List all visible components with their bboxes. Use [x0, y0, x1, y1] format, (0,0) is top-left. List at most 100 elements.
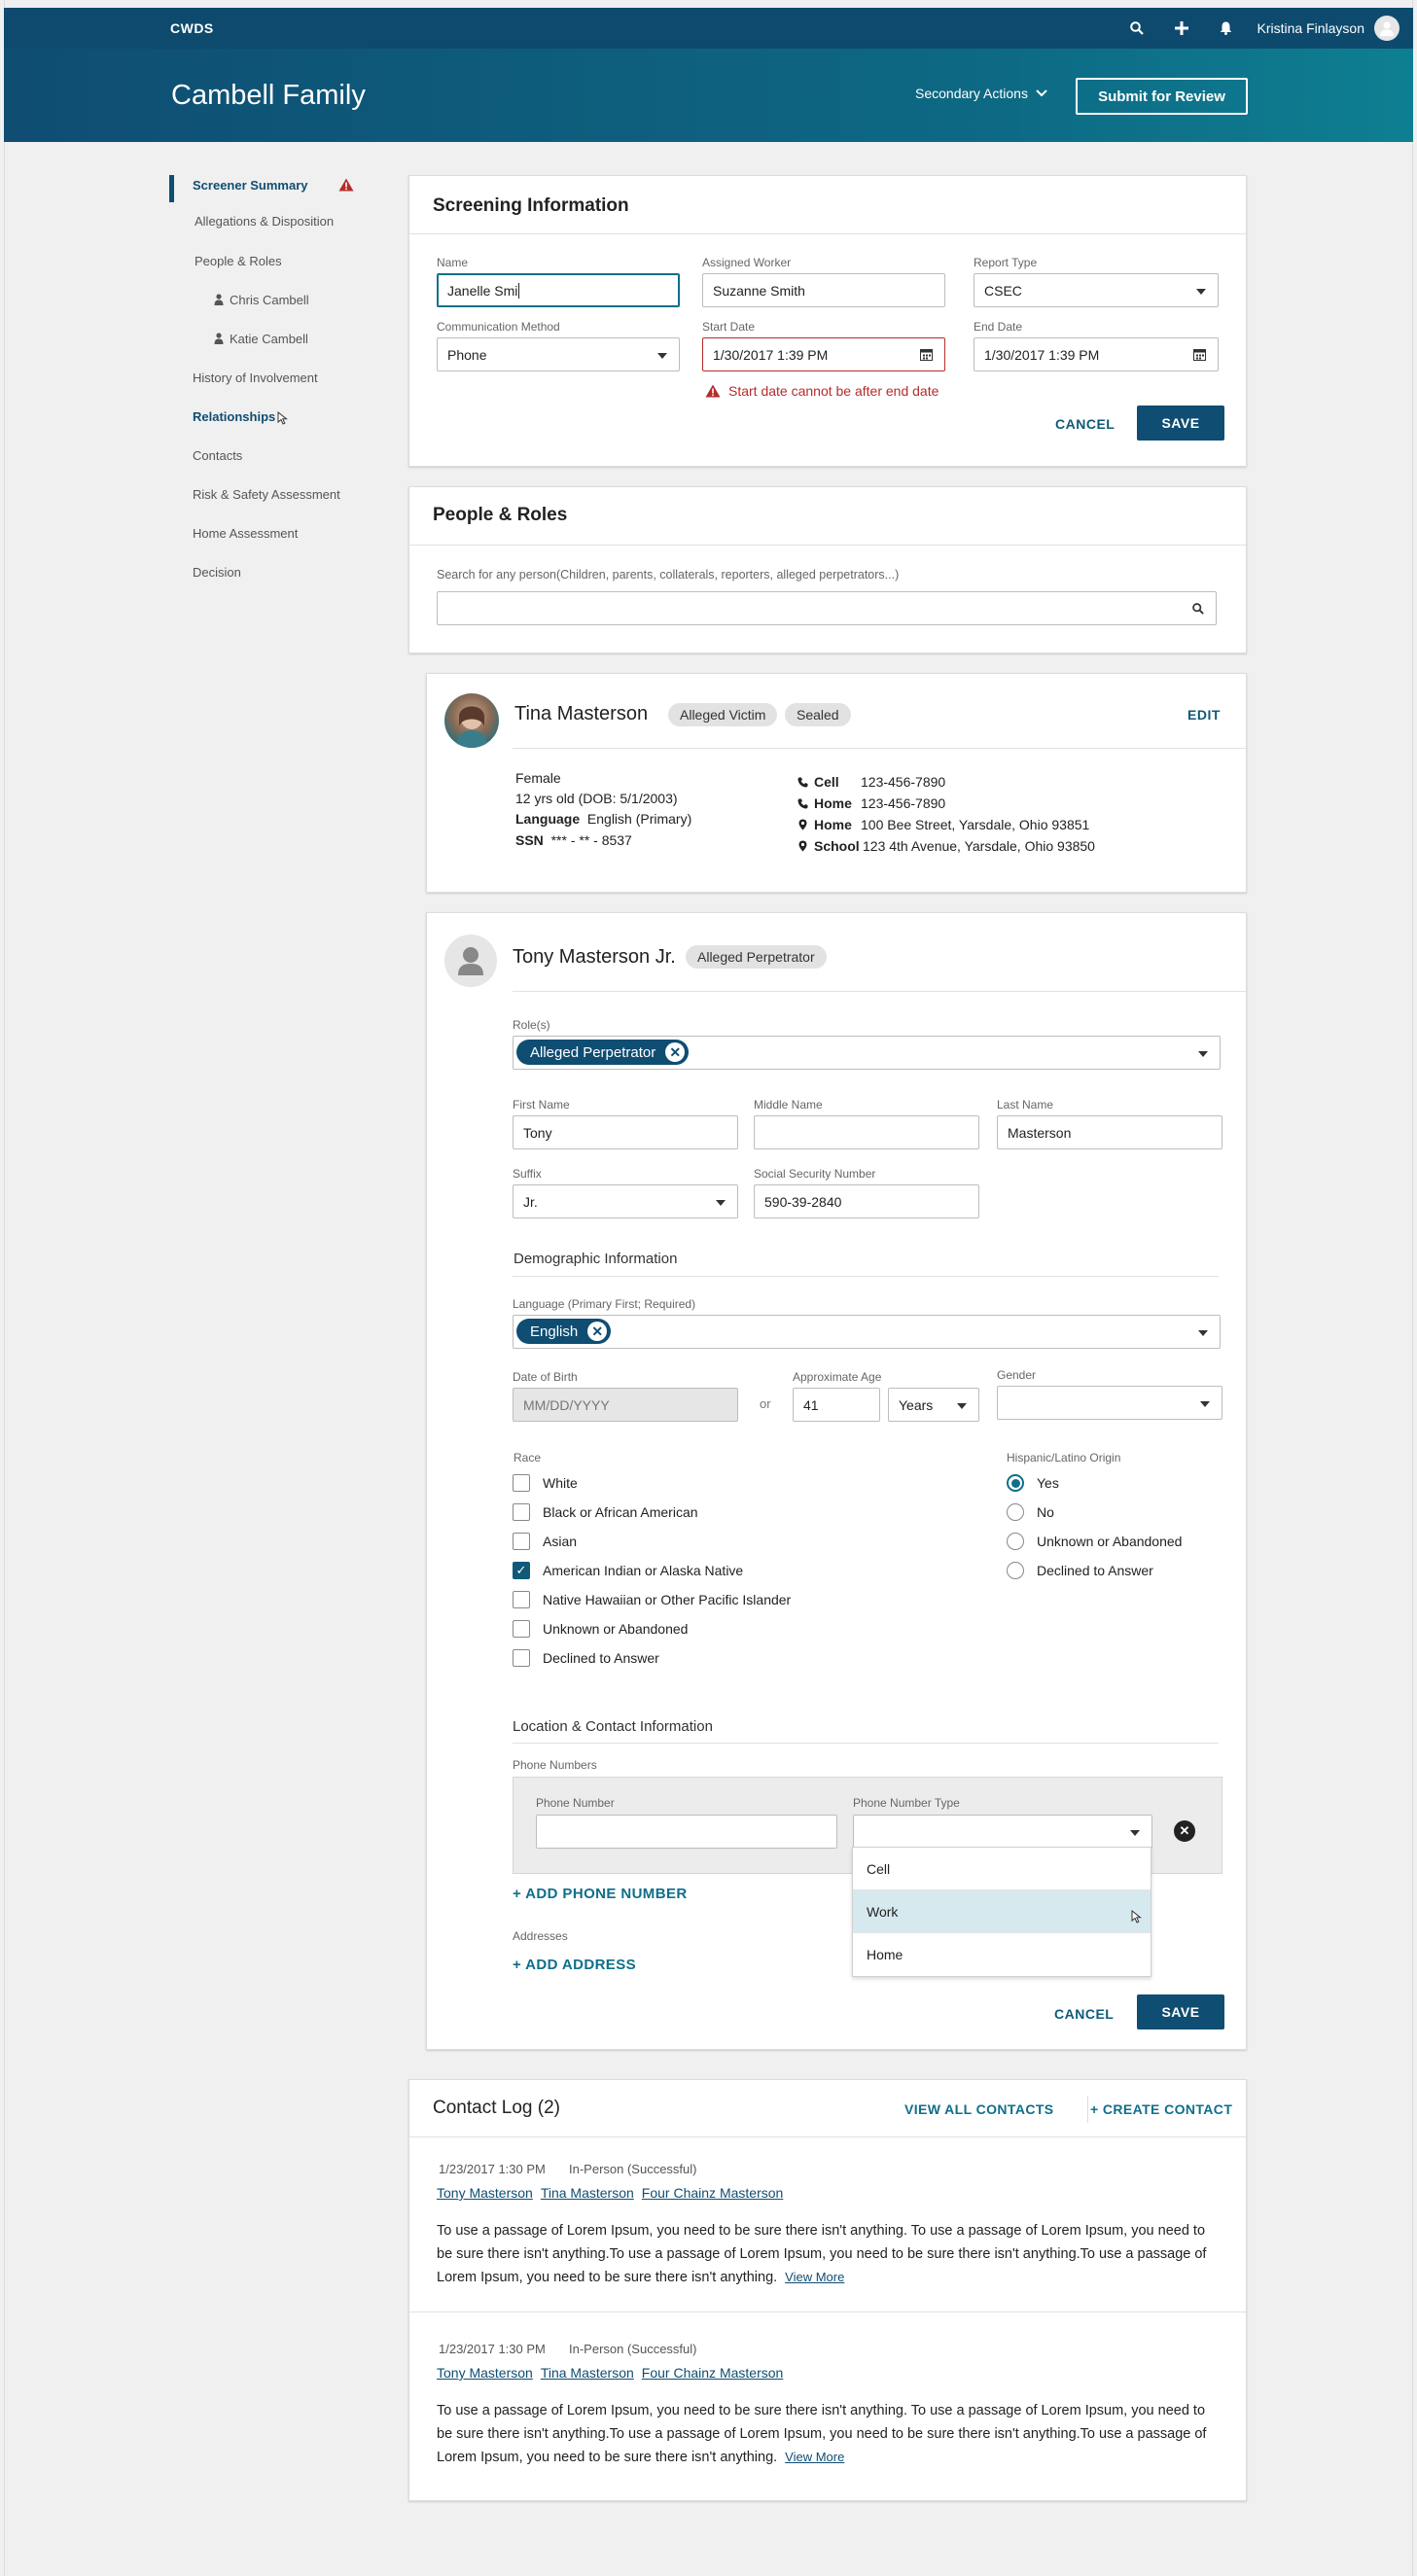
remove-chip-icon[interactable]: ✕ — [665, 1042, 686, 1062]
checkbox-label: Native Hawaiian or Other Pacific Islande… — [543, 1592, 792, 1607]
sidebar-item-people-roles[interactable]: People & Roles — [171, 241, 375, 280]
person-link[interactable]: Tony Masterson — [437, 2185, 533, 2201]
race-option[interactable]: Unknown or Abandoned — [513, 1620, 688, 1638]
user-avatar[interactable] — [1374, 16, 1399, 41]
hispanic-option[interactable]: Unknown or Abandoned — [1007, 1533, 1182, 1550]
assigned-worker-label: Assigned Worker — [702, 256, 792, 269]
checkbox-label: Asian — [543, 1534, 578, 1549]
screening-information-card: Screening Information Name Janelle Smi A… — [408, 175, 1247, 467]
search-icon[interactable] — [1123, 15, 1151, 42]
radio[interactable] — [1007, 1503, 1024, 1521]
remove-chip-icon[interactable]: ✕ — [587, 1322, 608, 1341]
checkbox[interactable] — [513, 1533, 530, 1550]
sidebar-item-home-assessment[interactable]: Home Assessment — [171, 513, 375, 552]
race-option[interactable]: Black or African American — [513, 1503, 698, 1521]
calendar-icon[interactable] — [1193, 348, 1206, 361]
submit-for-review-button[interactable]: Submit for Review — [1076, 78, 1248, 115]
remove-phone-icon[interactable]: ✕ — [1174, 1820, 1195, 1842]
checkbox[interactable] — [513, 1591, 530, 1608]
option-label: Work — [867, 1903, 899, 1920]
person-link[interactable]: Tina Masterson — [541, 2185, 634, 2201]
search-icon[interactable] — [1192, 603, 1204, 615]
secondary-actions-menu[interactable]: Secondary Actions — [915, 86, 1047, 101]
sidebar-item-contacts[interactable]: Contacts — [171, 436, 375, 475]
view-more-link[interactable]: View More — [785, 2450, 844, 2464]
checkbox[interactable] — [513, 1474, 530, 1492]
checkbox-checked[interactable]: ✓ — [513, 1562, 530, 1579]
person-link[interactable]: Four Chainz Masterson — [642, 2365, 784, 2381]
sidebar-item-screener-summary[interactable]: Screener Summary — [169, 169, 375, 202]
first-name-input[interactable]: Tony — [513, 1115, 738, 1149]
save-button[interactable]: SAVE — [1137, 406, 1224, 441]
approx-age-input[interactable]: 41 — [793, 1388, 880, 1422]
communication-method-value: Phone — [447, 346, 487, 363]
dob-input[interactable]: MM/DD/YYYY — [513, 1388, 738, 1422]
add-address-button[interactable]: + ADD ADDRESS — [513, 1957, 636, 1973]
sidebar-item-allegations[interactable]: Allegations & Disposition — [171, 200, 375, 241]
radio[interactable] — [1007, 1562, 1024, 1579]
calendar-icon[interactable] — [920, 348, 933, 361]
radio[interactable] — [1007, 1533, 1024, 1550]
communication-method-select[interactable]: Phone — [437, 337, 680, 371]
sidebar-item-history[interactable]: History of Involvement — [171, 358, 375, 397]
name-input[interactable]: Janelle Smi — [437, 273, 680, 307]
phone-type-option[interactable]: Work — [853, 1890, 1151, 1933]
add-phone-button[interactable]: + ADD PHONE NUMBER — [513, 1886, 688, 1902]
phone-icon — [795, 777, 810, 788]
assigned-worker-value: Suzanne Smith — [713, 282, 805, 299]
secondary-actions-label: Secondary Actions — [915, 86, 1028, 101]
race-option[interactable]: Native Hawaiian or Other Pacific Islande… — [513, 1591, 791, 1608]
roles-label: Role(s) — [513, 1018, 550, 1032]
end-date-input[interactable]: 1/30/2017 1:39 PM — [974, 337, 1219, 371]
gender-select[interactable] — [997, 1386, 1222, 1420]
phone-type-option[interactable]: Home — [853, 1933, 1151, 1976]
suffix-select[interactable]: Jr. — [513, 1184, 738, 1218]
phone-number-input[interactable] — [536, 1815, 837, 1849]
bell-icon[interactable] — [1213, 15, 1240, 42]
sidebar-item-katie-cambell[interactable]: Katie Cambell — [171, 319, 375, 358]
middle-name-input[interactable] — [754, 1115, 979, 1149]
hispanic-option[interactable]: Yes — [1007, 1474, 1059, 1492]
save-button[interactable]: SAVE — [1137, 1994, 1224, 2029]
person-link[interactable]: Tony Masterson — [437, 2365, 533, 2381]
checkbox[interactable] — [513, 1649, 530, 1667]
language-multiselect[interactable] — [513, 1315, 1221, 1349]
report-type-select[interactable]: CSEC — [974, 273, 1219, 307]
race-option[interactable]: Asian — [513, 1533, 577, 1550]
assigned-worker-input[interactable]: Suzanne Smith — [702, 273, 945, 307]
person-link[interactable]: Tina Masterson — [541, 2365, 634, 2381]
start-date-input[interactable]: 1/30/2017 1:39 PM — [702, 337, 945, 371]
hispanic-option[interactable]: Declined to Answer — [1007, 1562, 1153, 1579]
ssn-input[interactable]: 590-39-2840 — [754, 1184, 979, 1218]
person-search-input[interactable] — [437, 591, 1217, 625]
create-contact-button[interactable]: + CREATE CONTACT — [1090, 2101, 1232, 2117]
sidebar-item-chris-cambell[interactable]: Chris Cambell — [171, 280, 375, 319]
contact-label: Home — [814, 817, 852, 832]
cancel-button[interactable]: CANCEL — [1054, 2006, 1114, 2022]
cancel-button[interactable]: CANCEL — [1055, 416, 1115, 432]
radio-checked[interactable] — [1007, 1474, 1024, 1492]
sidebar-item-label: History of Involvement — [193, 370, 318, 385]
user-name[interactable]: Kristina Finlayson — [1258, 20, 1365, 36]
sidebar-item-risk-safety[interactable]: Risk & Safety Assessment — [171, 475, 375, 513]
sidebar-item-relationships[interactable]: Relationships — [171, 397, 375, 436]
map-pin-icon — [795, 840, 810, 852]
race-option[interactable]: Declined to Answer — [513, 1649, 659, 1667]
brand-logo[interactable]: CWDS — [170, 20, 214, 36]
phone-type-select[interactable] — [853, 1815, 1152, 1849]
checkbox[interactable] — [513, 1620, 530, 1638]
view-all-contacts-button[interactable]: VIEW ALL CONTACTS — [904, 2101, 1054, 2117]
last-name-input[interactable]: Masterson — [997, 1115, 1222, 1149]
phone-type-option[interactable]: Cell — [853, 1848, 1151, 1890]
view-more-link[interactable]: View More — [785, 2270, 844, 2284]
divider — [409, 545, 1246, 546]
hispanic-option[interactable]: No — [1007, 1503, 1054, 1521]
plus-icon[interactable] — [1168, 15, 1195, 42]
age-unit-select[interactable]: Years — [888, 1388, 979, 1422]
race-option[interactable]: ✓ American Indian or Alaska Native — [513, 1562, 743, 1579]
sidebar-item-decision[interactable]: Decision — [171, 552, 375, 591]
checkbox[interactable] — [513, 1503, 530, 1521]
race-option[interactable]: White — [513, 1474, 578, 1492]
edit-button[interactable]: EDIT — [1187, 707, 1221, 723]
person-link[interactable]: Four Chainz Masterson — [642, 2185, 784, 2201]
